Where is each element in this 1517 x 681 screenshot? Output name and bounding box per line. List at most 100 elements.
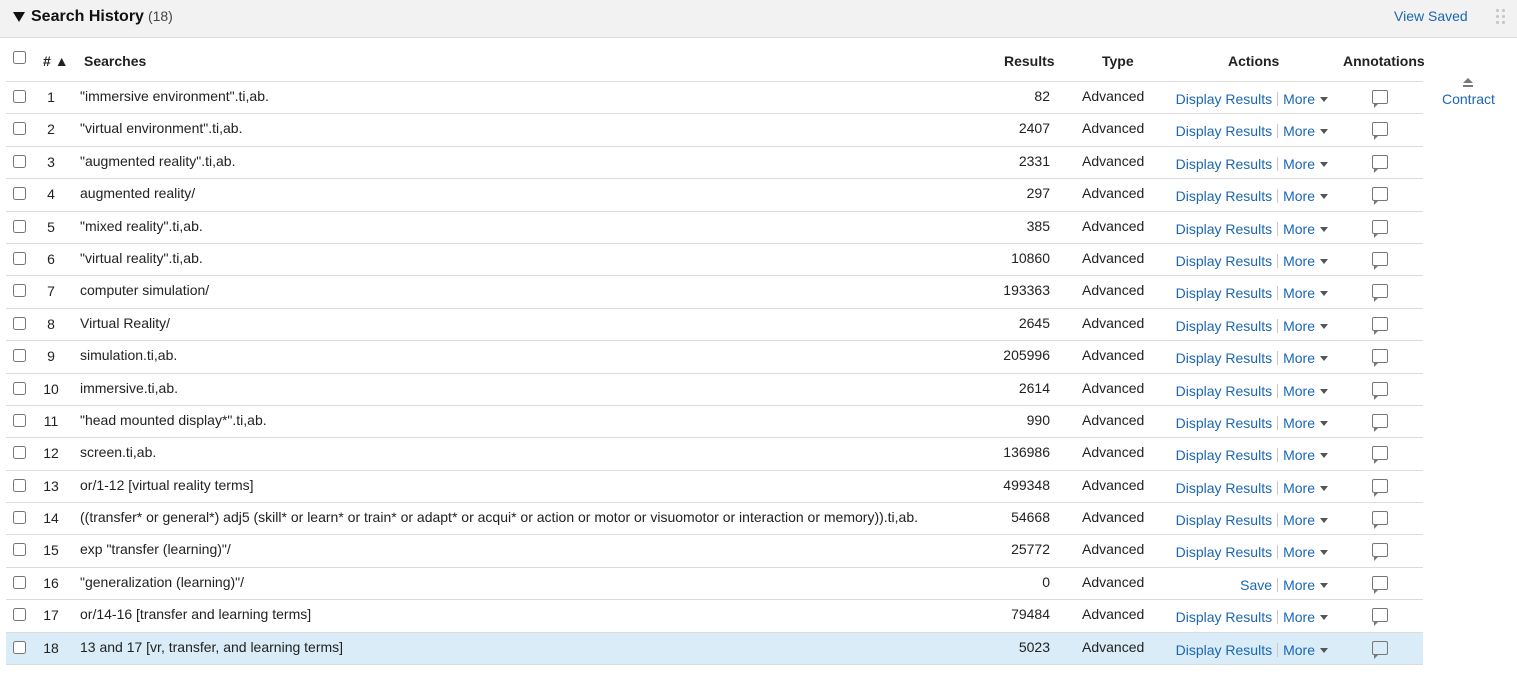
more-label: More bbox=[1283, 350, 1315, 367]
collapse-toggle-icon[interactable] bbox=[13, 12, 25, 22]
more-menu-button[interactable]: More bbox=[1283, 577, 1328, 593]
row-number: 16 bbox=[43, 574, 59, 591]
num-column-header[interactable]: # ▲ bbox=[43, 53, 69, 69]
display-results-link[interactable]: Display Results bbox=[1176, 156, 1272, 172]
more-menu-button[interactable]: More bbox=[1283, 253, 1328, 269]
searches-column-header: Searches bbox=[84, 53, 147, 69]
display-results-link[interactable]: Display Results bbox=[1176, 642, 1272, 658]
drag-handle-icon[interactable] bbox=[1496, 9, 1506, 25]
annotation-comment-icon[interactable] bbox=[1372, 446, 1388, 465]
row-checkbox[interactable] bbox=[13, 284, 26, 298]
row-checkbox[interactable] bbox=[13, 608, 26, 622]
annotation-comment-icon[interactable] bbox=[1372, 575, 1388, 594]
row-checkbox[interactable] bbox=[13, 187, 26, 201]
more-menu-button[interactable]: More bbox=[1283, 480, 1328, 496]
row-actions: Display Results More bbox=[1146, 221, 1328, 237]
more-menu-button[interactable]: More bbox=[1283, 642, 1328, 658]
annotation-comment-icon[interactable] bbox=[1372, 413, 1388, 432]
search-type: Advanced bbox=[1082, 573, 1145, 590]
row-checkbox[interactable] bbox=[13, 446, 26, 460]
annotation-comment-icon[interactable] bbox=[1372, 90, 1388, 108]
more-menu-button[interactable]: More bbox=[1283, 383, 1328, 399]
more-menu-button[interactable]: More bbox=[1283, 188, 1328, 204]
row-checkbox[interactable] bbox=[13, 219, 26, 233]
row-checkbox[interactable] bbox=[13, 122, 26, 136]
action-separator bbox=[1277, 545, 1279, 560]
display-results-link[interactable]: Display Results bbox=[1176, 480, 1272, 496]
more-menu-button[interactable]: More bbox=[1283, 512, 1328, 528]
search-type: Advanced bbox=[1082, 152, 1145, 169]
more-menu-button[interactable]: More bbox=[1283, 544, 1328, 560]
row-checkbox[interactable] bbox=[13, 90, 26, 103]
more-menu-button[interactable]: More bbox=[1283, 318, 1328, 334]
display-results-link[interactable]: Display Results bbox=[1176, 415, 1272, 431]
annotation-comment-icon[interactable] bbox=[1372, 640, 1388, 659]
display-results-link[interactable]: Display Results bbox=[1176, 221, 1272, 237]
select-all-checkbox[interactable] bbox=[13, 51, 26, 64]
display-results-link[interactable]: Display Results bbox=[1176, 350, 1272, 366]
more-menu-button[interactable]: More bbox=[1283, 221, 1328, 237]
row-checkbox[interactable] bbox=[13, 640, 26, 654]
display-results-link[interactable]: Display Results bbox=[1176, 512, 1272, 528]
row-checkbox[interactable] bbox=[13, 154, 26, 168]
row-actions: Display Results More bbox=[1146, 285, 1328, 301]
more-label: More bbox=[1283, 382, 1315, 399]
row-actions: Display Results More bbox=[1146, 415, 1328, 431]
table-body: 1 "immersive environment".ti,ab. 82 Advance… bbox=[6, 82, 1423, 666]
display-results-link[interactable]: Display Results bbox=[1176, 447, 1272, 463]
annotation-comment-icon[interactable] bbox=[1372, 478, 1388, 497]
more-menu-button[interactable]: More bbox=[1283, 350, 1328, 366]
search-type: Advanced bbox=[1082, 444, 1145, 461]
more-menu-button[interactable]: More bbox=[1283, 415, 1328, 431]
display-results-link[interactable]: Display Results bbox=[1176, 609, 1272, 625]
display-results-link[interactable]: Display Results bbox=[1176, 91, 1272, 107]
annotation-comment-icon[interactable] bbox=[1372, 187, 1388, 206]
display-results-link[interactable]: Display Results bbox=[1176, 544, 1272, 560]
row-checkbox[interactable] bbox=[13, 478, 26, 492]
row-checkbox[interactable] bbox=[13, 316, 26, 330]
save-link[interactable]: Save bbox=[1240, 577, 1272, 593]
action-separator bbox=[1277, 92, 1279, 106]
row-checkbox[interactable] bbox=[13, 251, 26, 265]
annotation-comment-icon[interactable] bbox=[1372, 122, 1388, 141]
annotation-comment-icon[interactable] bbox=[1372, 543, 1388, 562]
annotation-comment-icon[interactable] bbox=[1372, 381, 1388, 400]
table-row: 13 or/1-12 [virtual reality terms] 499348 A… bbox=[6, 471, 1423, 504]
dropdown-arrow-icon bbox=[1320, 388, 1328, 394]
more-menu-button[interactable]: More bbox=[1283, 123, 1328, 139]
row-checkbox[interactable] bbox=[13, 381, 26, 395]
search-query: simulation.ti,ab. bbox=[80, 347, 178, 364]
table-header: # ▲ Searches Results Type Actions Annota… bbox=[6, 38, 1425, 82]
search-query: "virtual environment".ti,ab. bbox=[80, 120, 243, 137]
annotation-comment-icon[interactable] bbox=[1372, 349, 1388, 368]
more-menu-button[interactable]: More bbox=[1283, 447, 1328, 463]
more-menu-button[interactable]: More bbox=[1283, 156, 1328, 172]
row-checkbox[interactable] bbox=[13, 349, 26, 363]
row-actions: Display Results More bbox=[1146, 480, 1328, 496]
view-saved-link[interactable]: View Saved bbox=[1394, 8, 1468, 24]
more-label: More bbox=[1283, 155, 1315, 172]
annotation-comment-icon[interactable] bbox=[1372, 219, 1388, 238]
more-menu-button[interactable]: More bbox=[1283, 285, 1328, 301]
annotation-comment-icon[interactable] bbox=[1372, 316, 1388, 335]
action-separator bbox=[1277, 318, 1279, 333]
display-results-link[interactable]: Display Results bbox=[1176, 383, 1272, 399]
row-checkbox[interactable] bbox=[13, 575, 26, 589]
more-menu-button[interactable]: More bbox=[1283, 609, 1328, 625]
display-results-link[interactable]: Display Results bbox=[1176, 285, 1272, 301]
annotation-comment-icon[interactable] bbox=[1372, 284, 1388, 303]
display-results-link[interactable]: Display Results bbox=[1176, 253, 1272, 269]
contract-button[interactable]: Contract bbox=[1442, 78, 1495, 107]
row-checkbox[interactable] bbox=[13, 543, 26, 557]
annotation-comment-icon[interactable] bbox=[1372, 608, 1388, 627]
display-results-link[interactable]: Display Results bbox=[1176, 318, 1272, 334]
display-results-link[interactable]: Display Results bbox=[1176, 123, 1272, 139]
display-results-link[interactable]: Display Results bbox=[1176, 188, 1272, 204]
row-checkbox[interactable] bbox=[13, 413, 26, 427]
row-number: 17 bbox=[43, 607, 59, 624]
annotation-comment-icon[interactable] bbox=[1372, 251, 1388, 270]
annotation-comment-icon[interactable] bbox=[1372, 511, 1388, 530]
annotation-comment-icon[interactable] bbox=[1372, 154, 1388, 173]
row-checkbox[interactable] bbox=[13, 511, 26, 525]
more-menu-button[interactable]: More bbox=[1283, 91, 1328, 107]
